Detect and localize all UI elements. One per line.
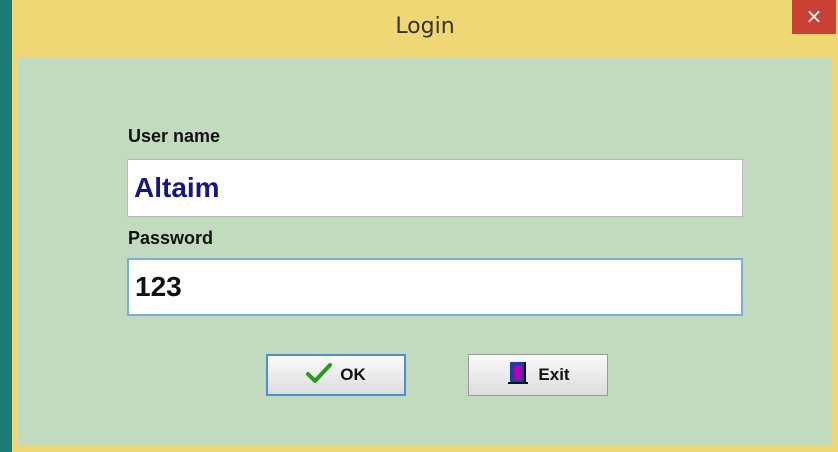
password-field-box bbox=[127, 258, 743, 316]
exit-door-icon bbox=[506, 360, 530, 391]
ok-button[interactable]: OK bbox=[266, 354, 406, 396]
username-input[interactable] bbox=[128, 160, 742, 216]
exit-button[interactable]: Exit bbox=[468, 354, 608, 396]
password-label: Password bbox=[128, 228, 214, 248]
ok-button-label: OK bbox=[340, 365, 366, 384]
password-input[interactable] bbox=[129, 260, 741, 314]
username-label: User name bbox=[128, 126, 221, 146]
exit-button-label: Exit bbox=[538, 365, 570, 384]
window-title: Login bbox=[395, 14, 455, 39]
login-window: Login × User name Password OK bbox=[12, 0, 838, 452]
close-button[interactable]: × bbox=[792, 0, 836, 34]
title-bar[interactable]: Login × bbox=[12, 0, 838, 58]
username-field-box bbox=[127, 159, 743, 217]
close-icon: × bbox=[805, 4, 823, 28]
checkmark-icon bbox=[306, 362, 333, 389]
login-form: User name Password OK bbox=[18, 58, 832, 446]
